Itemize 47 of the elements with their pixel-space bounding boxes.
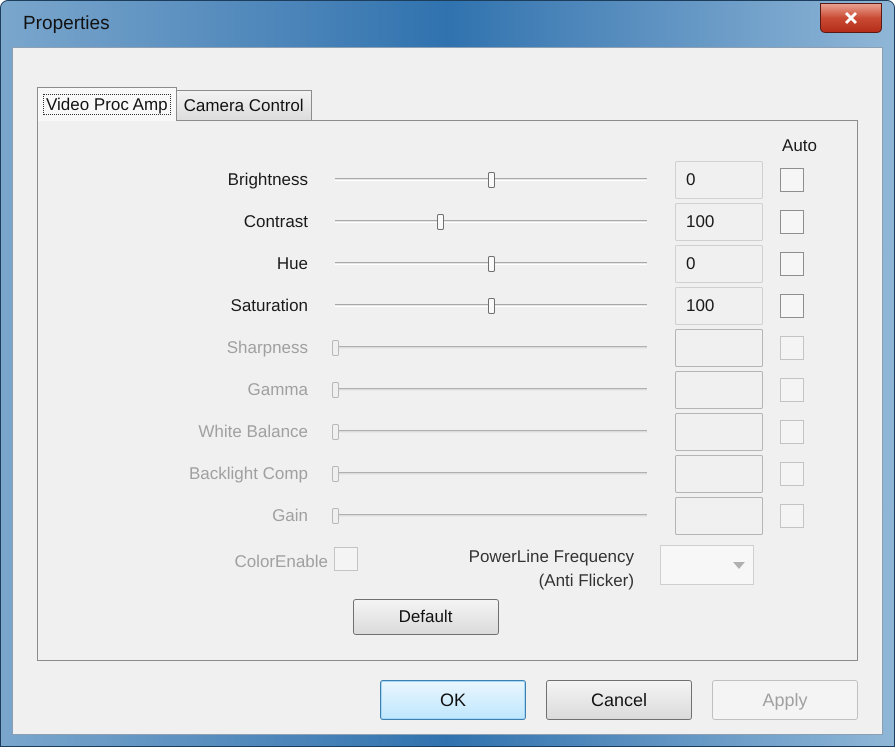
slider-label: Backlight Comp — [188, 463, 308, 486]
slider[interactable] — [335, 254, 647, 274]
slider-thumb[interactable] — [488, 172, 495, 188]
value-field[interactable] — [675, 329, 763, 367]
slider[interactable] — [335, 464, 647, 484]
window-title: Properties — [23, 12, 110, 36]
default-button[interactable]: Default — [352, 599, 498, 635]
close-icon — [843, 11, 859, 25]
tab[interactable]: Camera Control — [176, 90, 312, 120]
tab[interactable]: Video Proc Amp — [37, 87, 177, 121]
close-button[interactable] — [820, 3, 882, 33]
slider[interactable] — [335, 422, 647, 442]
checkbox[interactable] — [780, 294, 804, 318]
slider-label: Sharpness — [226, 337, 308, 360]
slider[interactable] — [335, 296, 647, 316]
slider-label: Gain — [271, 505, 308, 528]
slider-label: White Balance — [197, 421, 308, 444]
slider[interactable] — [335, 380, 647, 400]
checkbox[interactable] — [780, 210, 804, 234]
slider-thumb[interactable] — [436, 214, 444, 230]
slider[interactable] — [335, 170, 647, 190]
color-enable-label: ColorEnable — [233, 551, 328, 573]
value-field[interactable]: 0 — [675, 245, 763, 283]
slider-thumb[interactable] — [488, 298, 495, 314]
value-field[interactable] — [675, 371, 763, 409]
value-field[interactable] — [675, 413, 763, 451]
dialog-button[interactable]: Cancel — [546, 680, 692, 720]
value-field[interactable]: 0 — [675, 161, 763, 199]
caret-icon — [733, 562, 745, 568]
slider[interactable] — [335, 212, 647, 232]
checkbox[interactable] — [780, 252, 804, 276]
slider-label: Contrast — [242, 211, 308, 234]
value-field[interactable] — [675, 497, 763, 535]
slider-thumb[interactable] — [488, 256, 495, 272]
value-field[interactable]: 100 — [675, 287, 763, 325]
value-field[interactable] — [675, 455, 763, 493]
slider-label: Gamma — [246, 379, 308, 402]
checkbox[interactable] — [780, 168, 804, 192]
dialog-button[interactable]: OK — [380, 680, 526, 720]
slider-label: Saturation — [230, 295, 308, 318]
slider[interactable] — [335, 338, 647, 358]
slider-label: Hue — [276, 253, 308, 276]
slider-label: Brightness — [226, 169, 308, 192]
powerline-label: PowerLine Frequency (Anti Flicker) — [468, 546, 634, 592]
value-field[interactable]: 100 — [675, 203, 763, 241]
auto-column-header: Auto — [782, 135, 817, 157]
slider[interactable] — [335, 506, 647, 526]
